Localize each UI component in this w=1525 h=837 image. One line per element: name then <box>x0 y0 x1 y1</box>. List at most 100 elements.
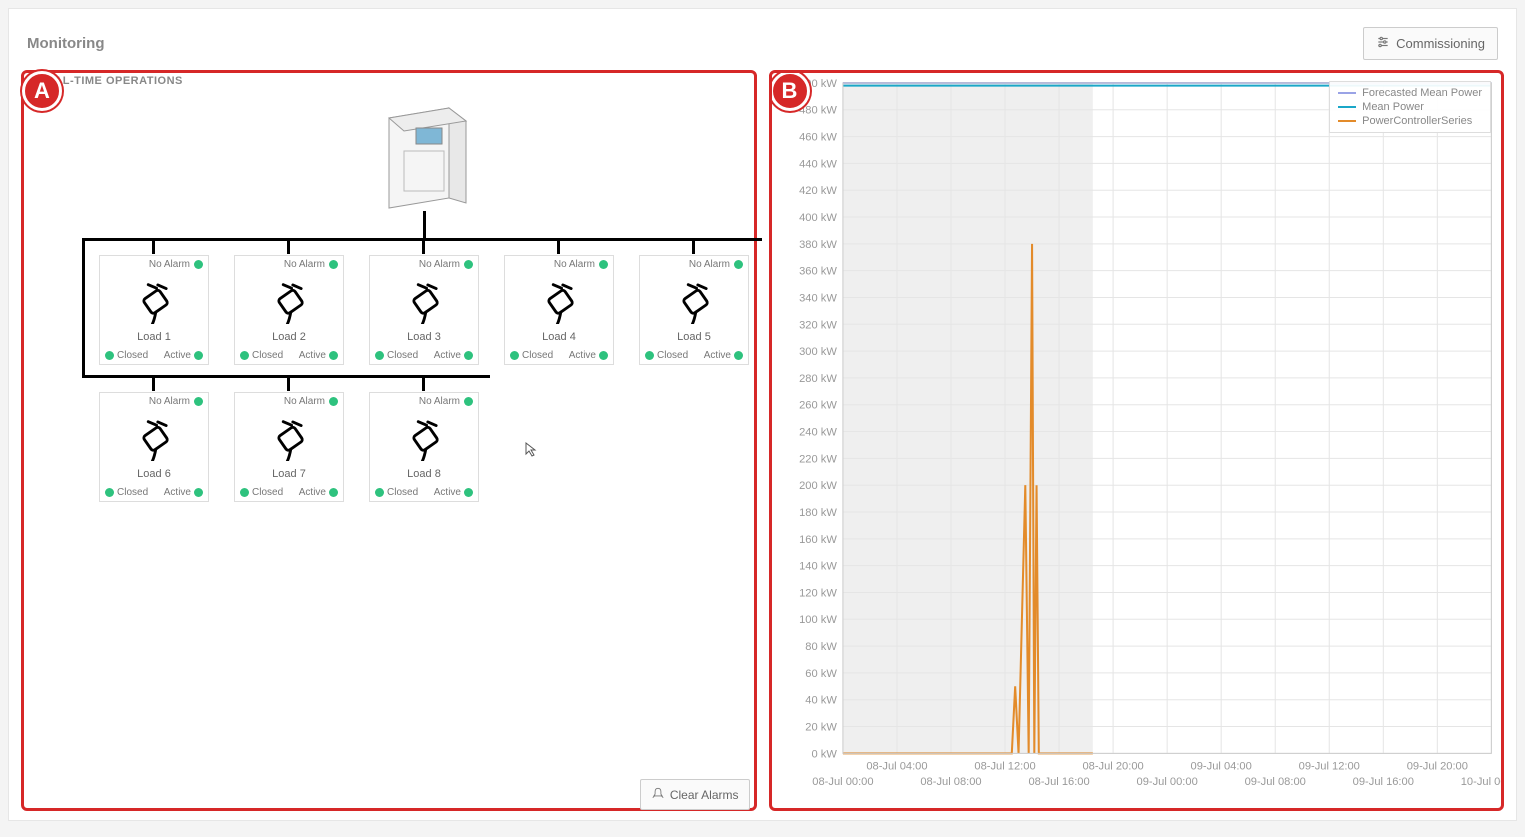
svg-text:09-Jul 20:00: 09-Jul 20:00 <box>1406 760 1467 772</box>
svg-text:08-Jul 12:00: 08-Jul 12:00 <box>974 760 1035 772</box>
plug-icon <box>402 415 448 461</box>
svg-text:140 kW: 140 kW <box>799 561 837 573</box>
plug-icon <box>267 415 313 461</box>
status-dot-icon <box>329 260 338 269</box>
status-dot-icon <box>240 351 249 360</box>
load-name-label: Load 6 <box>100 468 208 480</box>
svg-text:60 kW: 60 kW <box>805 668 837 680</box>
svg-text:09-Jul 08:00: 09-Jul 08:00 <box>1244 776 1305 788</box>
load-name-label: Load 1 <box>100 331 208 343</box>
panel-real-time-operations: A REAL-TIME OPERATIONS <box>21 70 757 811</box>
load-card-7[interactable]: No Alarm Load 7 Closed Active <box>234 392 344 502</box>
svg-text:100 kW: 100 kW <box>799 614 837 626</box>
power-chart[interactable]: 0 kW20 kW40 kW60 kW80 kW100 kW120 kW140 … <box>772 73 1502 808</box>
status-dot-icon <box>375 351 384 360</box>
content-row: A REAL-TIME OPERATIONS <box>9 70 1516 823</box>
chart-legend: Forecasted Mean PowerMean PowerPowerCont… <box>1329 81 1491 133</box>
annotation-badge-a: A <box>22 71 62 111</box>
alarm-status: No Alarm <box>370 256 478 273</box>
status-dot-icon <box>105 351 114 360</box>
load-card-6[interactable]: No Alarm Load 6 Closed Active <box>99 392 209 502</box>
load-card-5[interactable]: No Alarm Load 5 Closed Active <box>639 255 749 365</box>
status-dot-icon <box>194 397 203 406</box>
plug-icon <box>267 278 313 324</box>
svg-text:200 kW: 200 kW <box>799 480 837 492</box>
plug-icon <box>132 415 178 461</box>
load-name-label: Load 4 <box>505 331 613 343</box>
svg-text:160 kW: 160 kW <box>799 534 837 546</box>
svg-text:20 kW: 20 kW <box>805 722 837 734</box>
svg-text:08-Jul 08:00: 08-Jul 08:00 <box>920 776 981 788</box>
svg-text:340 kW: 340 kW <box>799 293 837 305</box>
load-status-row: Closed Active <box>640 347 748 364</box>
load-status-row: Closed Active <box>235 347 343 364</box>
svg-text:08-Jul 16:00: 08-Jul 16:00 <box>1028 776 1089 788</box>
svg-text:480 kW: 480 kW <box>799 105 837 117</box>
svg-text:440 kW: 440 kW <box>799 158 837 170</box>
status-dot-icon <box>375 488 384 497</box>
load-status-row: Closed Active <box>100 347 208 364</box>
svg-text:220 kW: 220 kW <box>799 453 837 465</box>
svg-text:260 kW: 260 kW <box>799 400 837 412</box>
status-dot-icon <box>599 351 608 360</box>
status-dot-icon <box>194 351 203 360</box>
load-card-3[interactable]: No Alarm Load 3 Closed Active <box>369 255 479 365</box>
svg-text:420 kW: 420 kW <box>799 185 837 197</box>
status-dot-icon <box>194 488 203 497</box>
svg-text:08-Jul 20:00: 08-Jul 20:00 <box>1082 760 1143 772</box>
monitoring-app: Monitoring Commissioning A REAL-TIME OPE… <box>8 8 1517 821</box>
svg-text:120 kW: 120 kW <box>799 588 837 600</box>
plug-icon <box>132 278 178 324</box>
sliders-icon <box>1376 35 1390 52</box>
load-name-label: Load 7 <box>235 468 343 480</box>
load-card-1[interactable]: No Alarm Load 1 Closed Active <box>99 255 209 365</box>
load-status-row: Closed Active <box>100 484 208 501</box>
controller-device-icon <box>374 103 474 213</box>
alarm-status: No Alarm <box>100 393 208 410</box>
status-dot-icon <box>464 488 473 497</box>
load-card-2[interactable]: No Alarm Load 2 Closed Active <box>234 255 344 365</box>
svg-text:400 kW: 400 kW <box>799 212 837 224</box>
svg-text:320 kW: 320 kW <box>799 319 837 331</box>
svg-text:08-Jul 04:00: 08-Jul 04:00 <box>866 760 927 772</box>
status-dot-icon <box>464 351 473 360</box>
load-name-label: Load 8 <box>370 468 478 480</box>
svg-text:280 kW: 280 kW <box>799 373 837 385</box>
legend-item: Forecasted Mean Power <box>1338 86 1482 100</box>
bell-icon <box>651 786 665 803</box>
legend-swatch-icon <box>1338 92 1356 94</box>
svg-text:80 kW: 80 kW <box>805 641 837 653</box>
svg-text:300 kW: 300 kW <box>799 346 837 358</box>
clear-alarms-label: Clear Alarms <box>670 788 739 802</box>
status-dot-icon <box>599 260 608 269</box>
status-dot-icon <box>734 260 743 269</box>
status-dot-icon <box>464 397 473 406</box>
alarm-status: No Alarm <box>640 256 748 273</box>
plug-icon <box>402 278 448 324</box>
load-card-4[interactable]: No Alarm Load 4 Closed Active <box>504 255 614 365</box>
legend-swatch-icon <box>1338 106 1356 108</box>
alarm-status: No Alarm <box>505 256 613 273</box>
network-diagram: No Alarm Load 1 Closed Active No Alarm <box>24 73 754 808</box>
svg-text:10-Jul 00:00: 10-Jul 00:00 <box>1460 776 1501 788</box>
load-name-label: Load 5 <box>640 331 748 343</box>
load-status-row: Closed Active <box>370 484 478 501</box>
svg-text:180 kW: 180 kW <box>799 507 837 519</box>
commissioning-button[interactable]: Commissioning <box>1363 27 1498 60</box>
load-name-label: Load 2 <box>235 331 343 343</box>
alarm-status: No Alarm <box>370 393 478 410</box>
status-dot-icon <box>510 351 519 360</box>
clear-alarms-button[interactable]: Clear Alarms <box>640 779 750 810</box>
svg-text:240 kW: 240 kW <box>799 427 837 439</box>
load-card-8[interactable]: No Alarm Load 8 Closed Active <box>369 392 479 502</box>
status-dot-icon <box>329 397 338 406</box>
svg-text:360 kW: 360 kW <box>799 266 837 278</box>
svg-text:09-Jul 12:00: 09-Jul 12:00 <box>1298 760 1359 772</box>
status-dot-icon <box>194 260 203 269</box>
load-status-row: Closed Active <box>505 347 613 364</box>
status-dot-icon <box>645 351 654 360</box>
alarm-status: No Alarm <box>235 256 343 273</box>
load-status-row: Closed Active <box>235 484 343 501</box>
load-status-row: Closed Active <box>370 347 478 364</box>
header: Monitoring Commissioning <box>9 9 1516 70</box>
